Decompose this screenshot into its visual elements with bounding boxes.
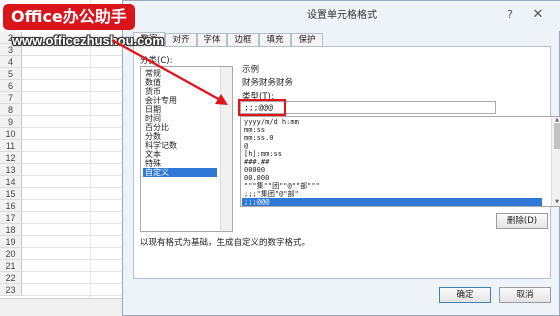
row-header[interactable]: 9	[0, 116, 22, 128]
row-gridline	[22, 272, 132, 284]
row-header[interactable]: 5	[0, 68, 22, 80]
category-item[interactable]: 特殊	[143, 159, 217, 168]
category-scrollbar[interactable]	[220, 67, 232, 231]
format-item[interactable]: 00000	[242, 166, 542, 174]
row-header[interactable]: 14	[0, 176, 22, 188]
row-gridline	[22, 224, 132, 236]
row-header[interactable]: 8	[0, 104, 22, 116]
row-gridline	[22, 176, 132, 188]
dialog-title: 设置单元格格式	[307, 10, 377, 21]
tab-font[interactable]: 字体	[197, 33, 227, 47]
highlight-annotation	[238, 99, 286, 116]
category-item[interactable]: 科学记数	[143, 141, 217, 150]
format-list[interactable]: yyyy/m/d h:mm mm:ss mm:ss.0 @ [h]:mm:ss ###.#…	[240, 116, 560, 207]
tab-protection[interactable]: 保护	[291, 33, 323, 47]
format-item[interactable]: [h]:mm:ss	[242, 150, 542, 158]
category-item[interactable]: 日期	[143, 105, 217, 114]
row-gridline	[22, 56, 132, 68]
row-header[interactable]: 6	[0, 80, 22, 92]
row-header[interactable]: 4	[0, 56, 22, 68]
format-item[interactable]: yyyy/m/d h:mm	[242, 118, 542, 126]
scroll-down-icon[interactable]: ▼	[553, 199, 560, 205]
tab-fill[interactable]: 填充	[259, 33, 291, 47]
brand-badge: Office办公助手	[3, 4, 135, 30]
category-item[interactable]: 自定义	[143, 168, 217, 177]
row-header[interactable]: 16	[0, 200, 22, 212]
row-gridline	[22, 128, 132, 140]
row-gridline	[22, 284, 132, 296]
row-gridline	[22, 212, 132, 224]
row-gridline	[22, 188, 132, 200]
category-item[interactable]: 时间	[143, 114, 217, 123]
scroll-thumb[interactable]	[554, 123, 560, 149]
row-gridline	[22, 200, 132, 212]
row-header[interactable]: 20	[0, 248, 22, 260]
tab-alignment[interactable]: 对齐	[165, 33, 197, 47]
row-gridline	[22, 140, 132, 152]
category-label: 分类(C):	[140, 56, 173, 66]
number-tab-panel: 分类(C): 常规 数值 货币 会计专用 日期 时间 百分比 分数 科学记数 文本 特殊 自定义 示例…	[133, 46, 560, 279]
format-item[interactable]: 00.000	[242, 174, 542, 182]
row-header[interactable]: 21	[0, 260, 22, 272]
brand-url: www.officezhushou.com	[12, 33, 164, 48]
ok-button[interactable]: 确定	[439, 287, 491, 303]
sample-value: 财务财务财务	[242, 78, 294, 88]
row-header[interactable]: 10	[0, 128, 22, 140]
sample-label: 示例	[242, 65, 260, 75]
row-header[interactable]: 23	[0, 284, 22, 296]
tab-border[interactable]: 边框	[227, 33, 259, 47]
format-item[interactable]: ;;;@@@	[242, 198, 542, 206]
row-header[interactable]: 11	[0, 140, 22, 152]
row-gridline	[22, 80, 132, 92]
row-gridline	[22, 248, 132, 260]
category-item[interactable]: 分数	[143, 132, 217, 141]
row-header[interactable]: 12	[0, 152, 22, 164]
row-header[interactable]: 17	[0, 212, 22, 224]
close-button[interactable]: ✕	[527, 6, 549, 24]
row-header[interactable]: 18	[0, 224, 22, 236]
format-item[interactable]: ###.##	[242, 158, 542, 166]
help-button[interactable]: ?	[499, 6, 521, 24]
delete-button[interactable]: 删除(D)	[496, 213, 548, 229]
row-gridline	[22, 68, 132, 80]
format-description: 以现有格式为基础，生成自定义的数字格式。	[140, 238, 311, 248]
row-header[interactable]: 15	[0, 188, 22, 200]
format-item[interactable]: @	[242, 142, 542, 150]
row-header[interactable]: 13	[0, 164, 22, 176]
dialog-titlebar: 设置单元格格式	[123, 1, 560, 31]
category-item[interactable]: 会计专用	[143, 96, 217, 105]
category-list[interactable]: 常规 数值 货币 会计专用 日期 时间 百分比 分数 科学记数 文本 特殊 自定义	[140, 66, 233, 232]
category-item[interactable]: 百分比	[143, 123, 217, 132]
category-item[interactable]: 货币	[143, 87, 217, 96]
category-item[interactable]: 常规	[143, 69, 217, 78]
row-gridline	[22, 104, 132, 116]
row-gridline	[22, 260, 132, 272]
row-gridline	[22, 236, 132, 248]
row-header[interactable]: 7	[0, 92, 22, 104]
format-item[interactable]: mm:ss	[242, 126, 542, 134]
row-gridline	[22, 164, 132, 176]
row-gridline	[22, 92, 132, 104]
format-item[interactable]: mm:ss.0	[242, 134, 542, 142]
format-item[interactable]: ;;;"集团"@"部"	[242, 190, 542, 198]
row-gridline	[22, 152, 132, 164]
category-item[interactable]: 数值	[143, 78, 217, 87]
row-header[interactable]: 22	[0, 272, 22, 284]
row-header[interactable]: 19	[0, 236, 22, 248]
category-item[interactable]: 文本	[143, 150, 217, 159]
format-cells-dialog: 设置单元格格式 ? ✕ 数字 对齐 字体 边框 填充 保护 分类(C): 常规数…	[122, 0, 560, 316]
format-scrollbar[interactable]: ▲ ▼	[551, 117, 560, 206]
row-gridline	[22, 116, 132, 128]
format-item[interactable]: """集""团""@""部"""	[242, 182, 542, 190]
cancel-button[interactable]: 取消	[499, 287, 551, 303]
